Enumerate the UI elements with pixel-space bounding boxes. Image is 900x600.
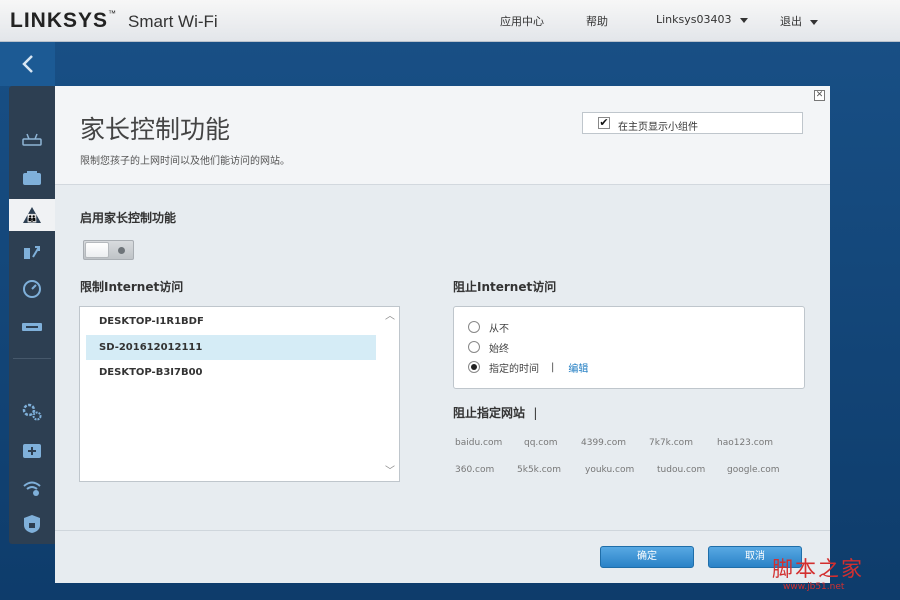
toggle-off-icon <box>118 247 125 254</box>
devices-icon[interactable] <box>9 162 55 194</box>
chevron-down-icon <box>739 17 748 23</box>
chevron-down-icon <box>810 19 818 25</box>
back-button[interactable] <box>0 42 55 86</box>
radio-scheduled[interactable] <box>468 361 480 373</box>
block-label: 阻止Internet访问 <box>453 280 557 294</box>
toggle-knob <box>85 242 109 258</box>
parental-controls-icon[interactable]: 👪 <box>9 199 55 231</box>
ok-button[interactable]: 确定 <box>600 546 694 568</box>
block-options: 从不 始终 指定的时间 | 编辑 <box>453 306 805 389</box>
nav-app-center[interactable]: 应用中心 <box>500 13 544 29</box>
nav-help[interactable]: 帮助 <box>586 13 608 29</box>
device-list[interactable]: DESKTOP-I1R1BDF SD-201612012111 DESKTOP-… <box>79 306 400 482</box>
router-icon[interactable] <box>9 124 55 156</box>
enable-toggle[interactable] <box>83 240 134 260</box>
footer-divider <box>55 530 830 531</box>
back-arrow-icon <box>21 55 33 73</box>
edit-link[interactable]: 编辑 <box>568 360 588 375</box>
scroll-up-icon[interactable]: ︿ <box>383 310 397 324</box>
site-chip[interactable]: hao123.com <box>717 438 773 448</box>
list-item[interactable]: DESKTOP-I1R1BDF <box>86 309 376 334</box>
block-option-never[interactable]: 从不 <box>468 319 509 335</box>
enable-label: 启用家长控制功能 <box>80 211 177 225</box>
close-icon[interactable]: ✕ <box>814 90 825 101</box>
usb-icon[interactable] <box>9 311 55 343</box>
list-item[interactable]: SD-201612012111 <box>86 335 376 360</box>
site-chip[interactable]: 5k5k.com <box>517 465 561 475</box>
site-chip[interactable]: qq.com <box>524 438 558 448</box>
watermark-logo: 脚本之家 <box>772 557 864 581</box>
site-chip[interactable]: 7k7k.com <box>649 438 693 448</box>
security-icon[interactable] <box>9 508 55 540</box>
page-title: 家长控制功能 <box>80 115 231 144</box>
dialog-header: 家长控制功能 限制您孩子的上网时间以及他们能访问的网站。 ✔ 在主页显示小组件 <box>55 86 830 185</box>
site-chip[interactable]: 360.com <box>455 465 494 475</box>
site-chip[interactable]: youku.com <box>585 465 634 475</box>
show-widget-checkbox[interactable]: ✔ <box>598 117 610 129</box>
settings-icon[interactable] <box>9 396 55 428</box>
troubleshoot-icon[interactable] <box>9 434 55 466</box>
list-item[interactable]: DESKTOP-B3I7B00 <box>86 360 376 385</box>
scroll-down-icon[interactable]: ﹀ <box>383 465 397 479</box>
site-chip[interactable]: 4399.com <box>581 438 626 448</box>
site-chip[interactable]: tudou.com <box>657 465 705 475</box>
top-header: LINKSYS™ Smart Wi-Fi 应用中心 帮助 Linksys0340… <box>0 0 900 42</box>
nav-logout-menu[interactable]: 退出 <box>780 13 818 29</box>
wifi-icon[interactable] <box>9 472 55 504</box>
show-widget-label: 在主页显示小组件 <box>618 122 698 133</box>
speed-test-icon[interactable] <box>9 273 55 305</box>
restrict-label: 限制Internet访问 <box>80 280 184 294</box>
product-name: Smart Wi-Fi <box>128 12 218 31</box>
separator: | <box>551 361 555 373</box>
block-option-scheduled[interactable]: 指定的时间 | 编辑 <box>468 359 588 375</box>
block-option-always[interactable]: 始终 <box>468 339 509 355</box>
sidebar: 👪 <box>9 86 55 544</box>
block-sites-label: 阻止指定网站 | <box>453 406 538 420</box>
radio-never[interactable] <box>468 321 480 333</box>
show-widget-option[interactable]: ✔ 在主页显示小组件 <box>582 112 803 134</box>
radio-always[interactable] <box>468 341 480 353</box>
svg-text:👪: 👪 <box>27 213 37 223</box>
watermark-url: www.jb51.net <box>783 582 845 592</box>
nav-account-menu[interactable]: Linksys03403 <box>656 13 748 26</box>
site-chip[interactable]: google.com <box>727 465 780 475</box>
page-subtitle: 限制您孩子的上网时间以及他们能访问的网站。 <box>80 156 290 167</box>
site-chip[interactable]: baidu.com <box>455 438 502 448</box>
linksys-logo: LINKSYS™ <box>10 9 118 32</box>
parental-controls-dialog: 家长控制功能 限制您孩子的上网时间以及他们能访问的网站。 ✔ 在主页显示小组件 … <box>55 86 830 583</box>
priority-icon[interactable] <box>9 236 55 268</box>
